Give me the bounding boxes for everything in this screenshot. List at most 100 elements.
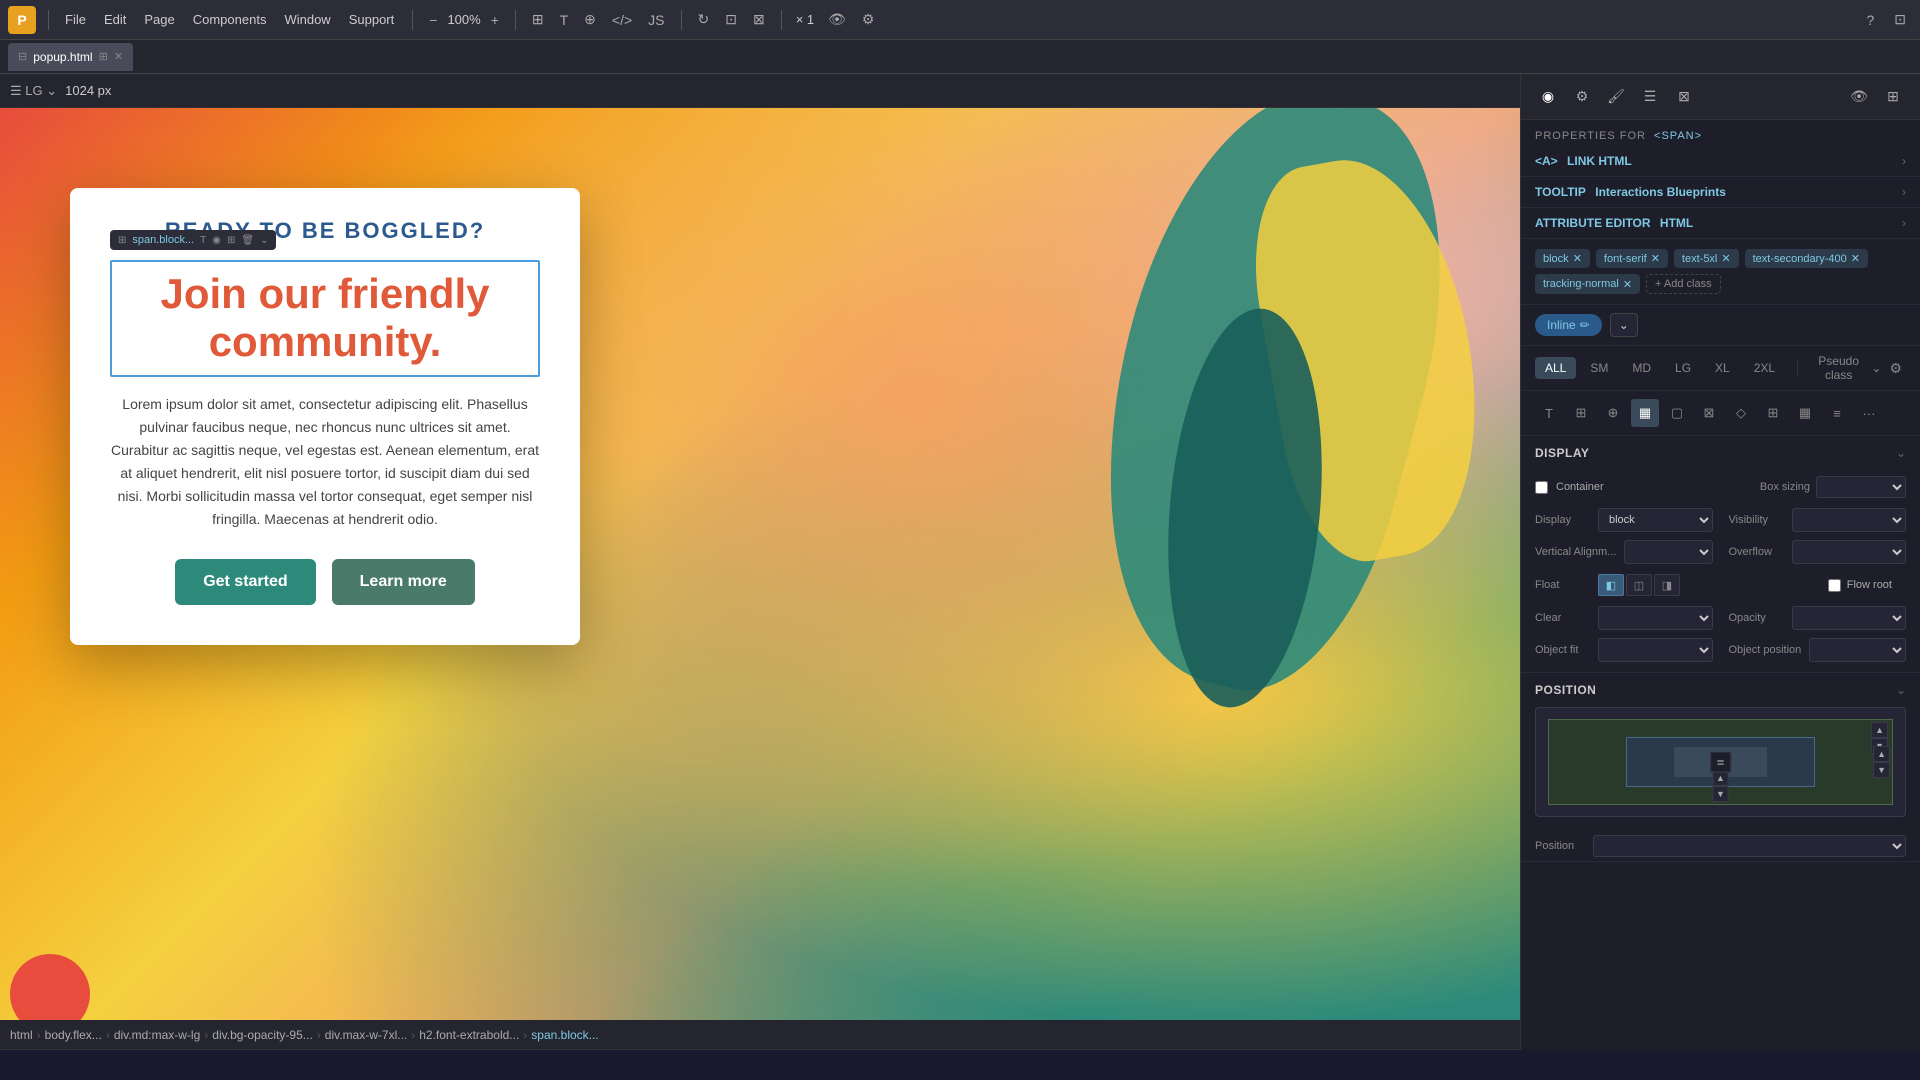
object-position-select[interactable]	[1809, 638, 1906, 662]
zoom-minus-btn[interactable]: −	[423, 8, 443, 32]
device-dropdown[interactable]: ☰ LG ⌄	[10, 83, 57, 99]
panel-export-icon[interactable]: ⊠	[1669, 82, 1699, 112]
export-btn[interactable]: ⊠	[747, 7, 771, 32]
box-sizing-select[interactable]	[1816, 476, 1906, 498]
top-up-btn[interactable]: ▲	[1871, 722, 1888, 738]
panel-style-icon[interactable]: ◉	[1533, 82, 1563, 112]
menu-page[interactable]: Page	[136, 8, 182, 31]
float-right-btn[interactable]: ◨	[1654, 574, 1680, 596]
bp-lg[interactable]: LG	[1665, 357, 1701, 379]
panel-settings-icon[interactable]: ⚙	[1567, 82, 1597, 112]
float-center-btn[interactable]: ◫	[1626, 574, 1652, 596]
bp-all[interactable]: ALL	[1535, 357, 1576, 379]
class-tag-close[interactable]: ✕	[1851, 252, 1860, 265]
panel-paint-icon[interactable]: 🖌	[1601, 82, 1631, 112]
selected-text-box[interactable]: ⊞ span.block... T ◉ ⊞ 🗑 ⌄ Join our frien…	[110, 260, 540, 377]
add-class-button[interactable]: + Add class	[1646, 274, 1721, 294]
flow-root-checkbox[interactable]	[1828, 579, 1841, 592]
element-tb-trash-icon[interactable]: 🗑	[241, 235, 254, 246]
inline-dropdown[interactable]: ⌄	[1610, 313, 1638, 337]
panel-expand-icon[interactable]: ⊞	[1878, 82, 1908, 112]
link-html-row[interactable]: <A> LINK HTML ›	[1521, 146, 1920, 177]
window-btn[interactable]: ⊡	[1888, 7, 1912, 32]
breadcrumb-body[interactable]: body.flex...	[45, 1028, 102, 1042]
breadcrumb-div3[interactable]: div.max-w-7xl...	[325, 1028, 407, 1042]
tab-popup-html[interactable]: ⊟ popup.html ⊞ ✕	[8, 43, 133, 71]
bp-xl[interactable]: XL	[1705, 357, 1740, 379]
border-style-icon[interactable]: ▢	[1663, 399, 1691, 427]
element-tb-grid-icon[interactable]: ⊞	[227, 235, 235, 246]
select-tool-btn[interactable]: ⊕	[578, 7, 602, 32]
zoom-plus-btn[interactable]: +	[485, 8, 505, 32]
display-section-header[interactable]: DISPLAY ⌄	[1521, 436, 1920, 470]
breadcrumb-div2[interactable]: div.bg-opacity-95...	[212, 1028, 313, 1042]
settings-gear-btn[interactable]: ⚙	[856, 7, 881, 32]
eye-btn[interactable]: 👁	[822, 7, 852, 32]
position-select[interactable]	[1593, 835, 1906, 857]
js-btn[interactable]: JS	[642, 8, 670, 32]
class-tag-close[interactable]: ✕	[1623, 278, 1632, 291]
list-style-icon[interactable]: ≡	[1823, 399, 1851, 427]
more-style-icon[interactable]: ···	[1855, 399, 1883, 427]
right-up-btn[interactable]: ▲	[1873, 746, 1890, 762]
class-tag-block[interactable]: block ✕	[1535, 249, 1590, 268]
get-started-button[interactable]: Get started	[175, 559, 315, 605]
element-tb-dot-icon[interactable]: ◉	[212, 235, 221, 246]
menu-window[interactable]: Window	[276, 8, 338, 31]
class-tag-close[interactable]: ✕	[1721, 252, 1730, 265]
help-btn[interactable]: ?	[1860, 8, 1880, 32]
display-select[interactable]: block	[1598, 508, 1713, 532]
panel-layers-icon[interactable]: ☰	[1635, 82, 1665, 112]
transform-style-icon[interactable]: ◇	[1727, 399, 1755, 427]
class-tag-tracking[interactable]: tracking-normal ✕	[1535, 274, 1640, 294]
code-view-btn[interactable]: </>	[606, 8, 638, 32]
columns-style-icon[interactable]: ▦	[1791, 399, 1819, 427]
table-style-icon[interactable]: ⊞	[1759, 399, 1787, 427]
breadcrumb-h2[interactable]: h2.font-extrabold...	[419, 1028, 519, 1042]
element-tb-more-icon[interactable]: ⌄	[260, 235, 268, 246]
grid-icon-btn[interactable]: ⊞	[526, 7, 550, 32]
clear-select[interactable]	[1598, 606, 1713, 630]
center-equal-btn[interactable]: =	[1710, 752, 1732, 773]
class-tag-font-serif[interactable]: font-serif ✕	[1596, 249, 1668, 268]
preview-btn[interactable]: ⊡	[719, 7, 743, 32]
box-style-icon[interactable]: ⊞	[1567, 399, 1595, 427]
bottom-down-btn[interactable]: ▼	[1712, 786, 1729, 802]
breadcrumb-span[interactable]: span.block...	[531, 1028, 598, 1042]
text-tool-btn[interactable]: T	[554, 8, 575, 32]
element-tb-text-icon[interactable]: T	[200, 235, 206, 246]
container-checkbox[interactable]	[1535, 481, 1548, 494]
visibility-select[interactable]	[1792, 508, 1907, 532]
position-style-icon[interactable]: ⊕	[1599, 399, 1627, 427]
class-tag-text-secondary[interactable]: text-secondary-400 ✕	[1745, 249, 1868, 268]
grid-style-icon[interactable]: ▦	[1631, 399, 1659, 427]
bp-2xl[interactable]: 2XL	[1744, 357, 1785, 379]
flex-style-icon[interactable]: ⊠	[1695, 399, 1723, 427]
attribute-editor-row[interactable]: ATTRIBUTE EDITOR HTML ›	[1521, 208, 1920, 239]
menu-file[interactable]: File	[57, 8, 94, 31]
text-style-icon[interactable]: T	[1535, 399, 1563, 427]
inline-pill[interactable]: Inline ✏	[1535, 314, 1602, 336]
learn-more-button[interactable]: Learn more	[332, 559, 475, 605]
refresh-btn[interactable]: ↻	[692, 7, 716, 32]
overflow-select[interactable]	[1792, 540, 1907, 564]
tooltip-row[interactable]: TOOLTIP Interactions Blueprints ›	[1521, 177, 1920, 208]
vertical-align-select[interactable]	[1624, 540, 1712, 564]
class-tag-close[interactable]: ✕	[1573, 252, 1582, 265]
menu-components[interactable]: Components	[185, 8, 275, 31]
breadcrumb-html[interactable]: html	[10, 1028, 33, 1042]
menu-edit[interactable]: Edit	[96, 8, 134, 31]
tab-close-btn[interactable]: ✕	[114, 50, 123, 63]
opacity-select[interactable]	[1792, 606, 1907, 630]
bp-sm[interactable]: SM	[1580, 357, 1618, 379]
right-down-btn[interactable]: ▼	[1873, 762, 1890, 778]
panel-eye-icon[interactable]: 👁	[1844, 82, 1874, 112]
float-left-btn[interactable]: ◧	[1598, 574, 1624, 596]
position-section-header[interactable]: POSITION ⌄	[1521, 673, 1920, 707]
class-tag-close[interactable]: ✕	[1651, 252, 1660, 265]
object-fit-select[interactable]	[1598, 638, 1713, 662]
breadcrumb-div1[interactable]: div.md:max-w-lg	[114, 1028, 200, 1042]
pseudo-class-btn[interactable]: Pseudo class ⌄	[1810, 354, 1882, 382]
style-settings-icon-btn[interactable]: ⚙	[1885, 356, 1906, 381]
bp-md[interactable]: MD	[1622, 357, 1661, 379]
